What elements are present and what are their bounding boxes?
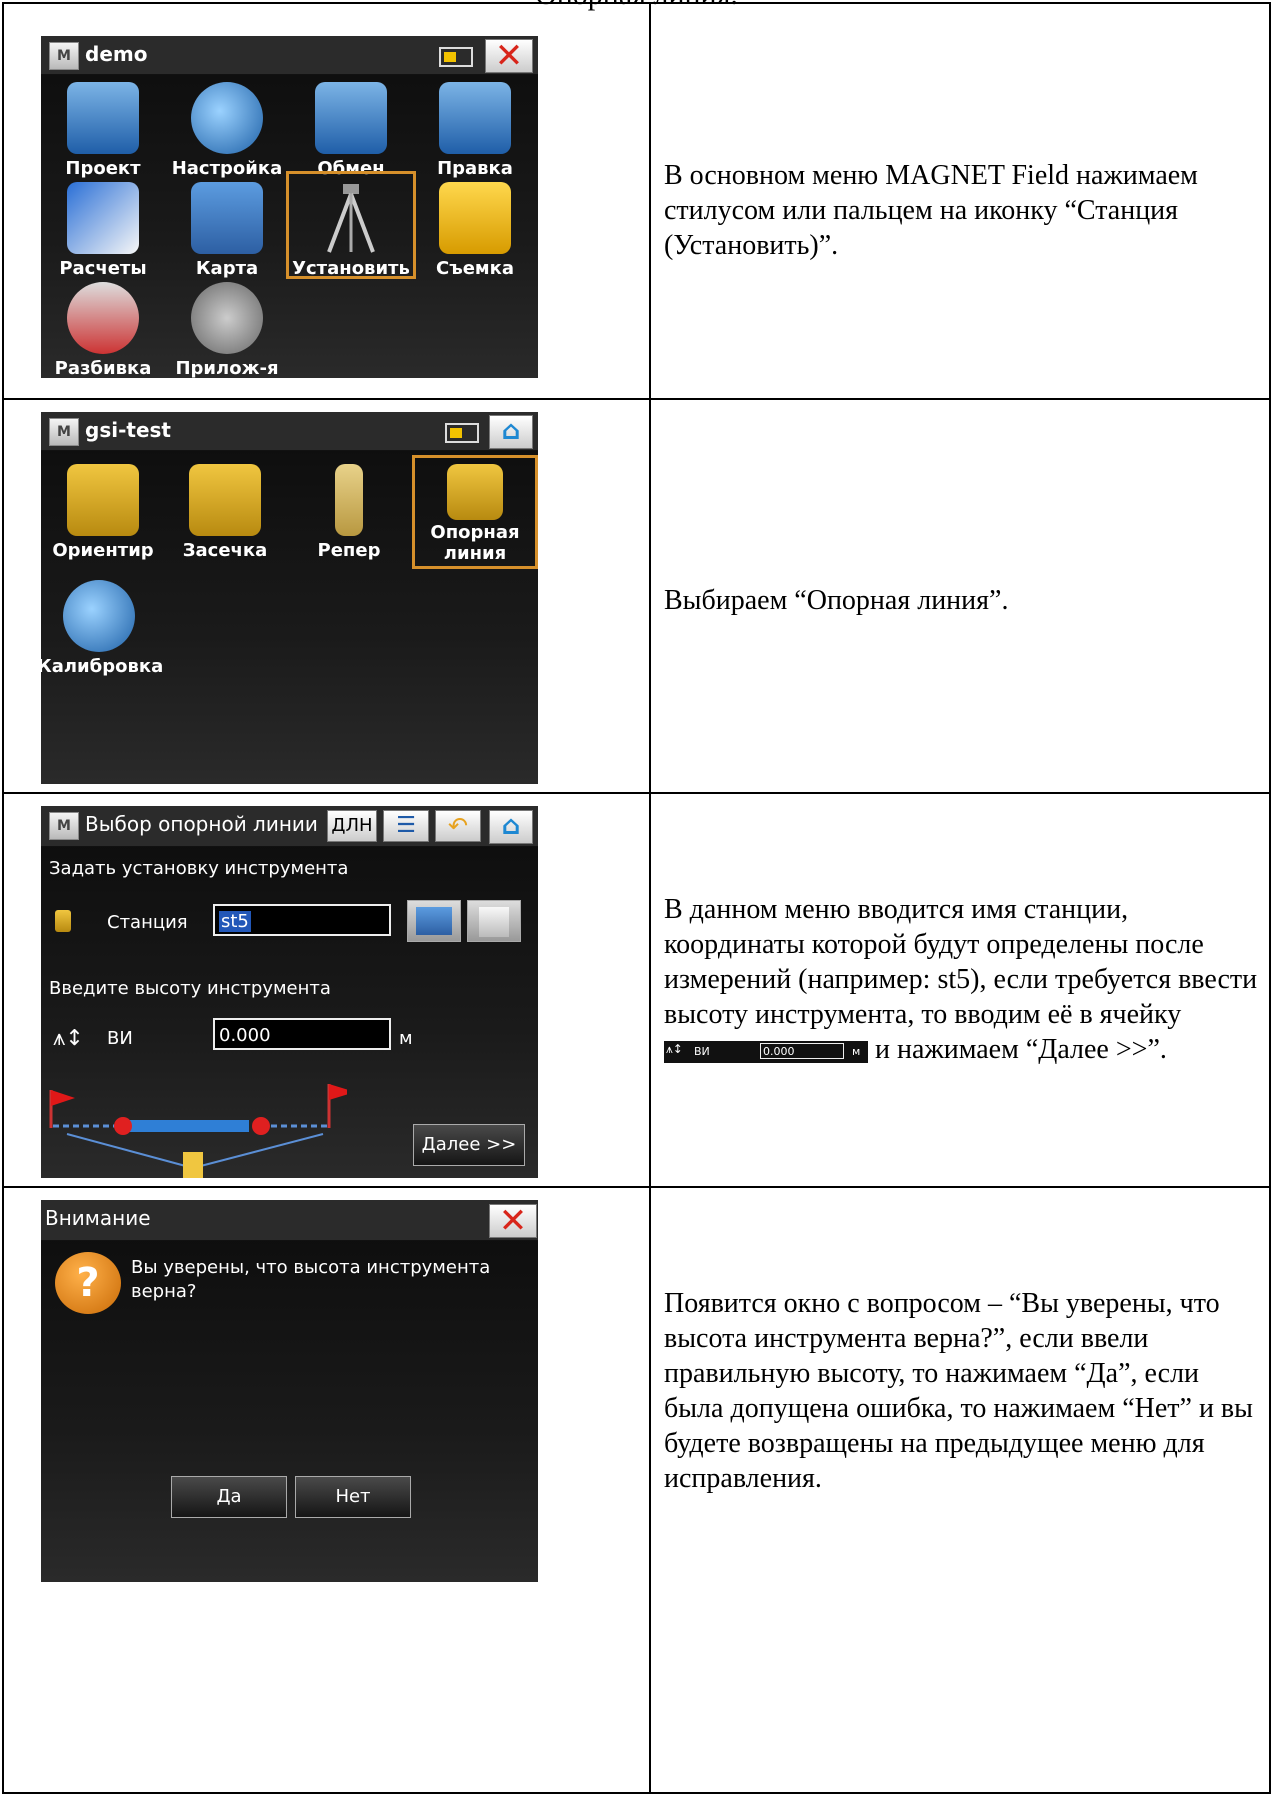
main-menu-screen: M demo ✕ Проект Настройка Обмен Правка Р… <box>41 36 538 378</box>
instruction-table: M demo ✕ Проект Настройка Обмен Правка Р… <box>2 2 1271 1794</box>
gears-icon <box>191 282 263 354</box>
close-button[interactable]: ✕ <box>489 1201 537 1241</box>
stake-icon <box>67 282 139 354</box>
map-icon <box>191 182 263 254</box>
setup-label: Задать установку инструмента <box>49 858 349 879</box>
close-icon: ✕ <box>498 1201 528 1241</box>
unit-label: м <box>399 1028 413 1049</box>
instrument-height-icon: ⩚↕ <box>666 1041 683 1056</box>
level-rod-icon <box>335 464 363 536</box>
points-list-icon <box>479 907 509 937</box>
height-prompt: Введите высоту инструмента <box>49 978 331 999</box>
close-button[interactable]: ✕ <box>485 36 533 76</box>
station-icon <box>55 910 71 932</box>
setup-menu-screen: M gsi-test ⌂ Ориентир Засечка Репер Опор… <box>41 412 538 784</box>
tripod-icon <box>315 182 387 254</box>
edit-folder-icon <box>439 82 511 154</box>
screen-title: Выбор опорной линии <box>85 812 318 836</box>
map-button[interactable] <box>407 900 461 942</box>
row-description: Появится окно с вопросом – “Вы уверены, … <box>664 1288 1253 1494</box>
tile-stakeout[interactable]: Разбивка <box>41 282 165 378</box>
tile-edit[interactable]: Правка <box>413 82 537 179</box>
tile-backsight[interactable]: Ориентир <box>41 464 165 561</box>
question-icon: ? <box>55 1252 121 1314</box>
title-bar: M demo ✕ <box>41 36 538 76</box>
exchange-icon <box>315 82 387 154</box>
close-icon: ✕ <box>494 36 524 76</box>
home-icon: ⌂ <box>501 811 521 841</box>
title-bar: M Выбор опорной линии ДЛН ☰ ↶ ⌂ <box>41 806 538 847</box>
list-button[interactable]: ☰ <box>383 810 429 842</box>
ruler-icon <box>67 182 139 254</box>
title-bar: M gsi-test ⌂ <box>41 412 538 451</box>
table-row: M demo ✕ Проект Настройка Обмен Правка Р… <box>4 4 1269 398</box>
dln-button[interactable]: ДЛН <box>327 810 377 842</box>
home-button[interactable]: ⌂ <box>489 415 533 449</box>
table-row: M gsi-test ⌂ Ориентир Засечка Репер Опор… <box>4 398 1269 792</box>
list-icon: ☰ <box>396 813 416 838</box>
dialog-title: Внимание <box>45 1206 151 1230</box>
table-row: Внимание ✕ ? Вы уверены, что высота инст… <box>4 1186 1269 1792</box>
calibration-icon <box>63 580 135 652</box>
undo-arrow-icon: ↶ <box>447 812 469 840</box>
menu-icon[interactable]: M <box>49 418 79 446</box>
hi-label: ВИ <box>107 1028 133 1049</box>
row-description: В основном меню MAGNET Field нажимаем ст… <box>664 160 1198 261</box>
tile-benchmark[interactable]: Репер <box>287 464 411 561</box>
tile-calibration[interactable]: Калибровка <box>41 580 163 677</box>
tile-calc[interactable]: Расчеты <box>41 182 165 279</box>
tile-project[interactable]: Проект <box>41 82 165 179</box>
tile-setup[interactable]: Установить <box>286 171 416 279</box>
screen-title: gsi-test <box>85 418 171 442</box>
tile-settings[interactable]: Настройка <box>165 82 289 179</box>
table-row: M Выбор опорной линии ДЛН ☰ ↶ ⌂ Задать у… <box>4 792 1269 1186</box>
dialog-question: Вы уверены, что высота инструмента верна… <box>131 1257 491 1302</box>
hi-input[interactable]: 0.000 <box>213 1018 391 1050</box>
station-label: Станция <box>107 912 188 933</box>
yes-button[interactable]: Да <box>171 1476 287 1518</box>
tile-resection[interactable]: Засечка <box>163 464 287 561</box>
station-input[interactable]: st5 <box>213 904 391 936</box>
total-station-icon <box>67 464 139 536</box>
reference-line-screen: M Выбор опорной линии ДЛН ☰ ↶ ⌂ Задать у… <box>41 806 538 1178</box>
tile-survey[interactable]: Съемка <box>413 182 537 279</box>
resection-icon <box>189 464 261 536</box>
reference-line-diagram <box>49 1084 347 1178</box>
globe-gear-icon <box>191 82 263 154</box>
tile-exchange[interactable]: Обмен <box>289 82 413 179</box>
battery-icon <box>445 423 479 443</box>
home-icon: ⌂ <box>501 416 521 446</box>
home-button[interactable]: ⌂ <box>489 810 533 844</box>
battery-icon <box>439 47 473 67</box>
folder-icon <box>67 82 139 154</box>
confirm-dialog-screen: Внимание ✕ ? Вы уверены, что высота инст… <box>41 1200 538 1582</box>
instrument-height-icon: ⩚↕ <box>53 1026 84 1051</box>
next-button[interactable]: Далее >> <box>413 1124 525 1166</box>
menu-icon[interactable]: M <box>49 812 79 840</box>
tile-reference-line[interactable]: Опорная линия <box>412 455 538 569</box>
book-icon <box>439 182 511 254</box>
title-bar: Внимание ✕ <box>41 1200 538 1241</box>
inline-hi-cell: ⩚↕ ВИ 0.000 м <box>664 1040 868 1063</box>
screen-title: demo <box>85 42 148 66</box>
back-button[interactable]: ↶ <box>435 810 481 842</box>
map-icon <box>416 907 452 935</box>
row-description: Выбираем “Опорная линия”. <box>664 585 1009 616</box>
row-description: В данном меню вводится имя станции, коор… <box>664 894 1258 1065</box>
tile-map[interactable]: Карта <box>165 182 289 279</box>
no-button[interactable]: Нет <box>295 1476 411 1518</box>
points-list-button[interactable] <box>467 900 521 942</box>
tile-apps[interactable]: Прилож-я <box>165 282 289 378</box>
reference-line-icon <box>447 464 503 520</box>
menu-icon[interactable]: M <box>49 42 79 70</box>
